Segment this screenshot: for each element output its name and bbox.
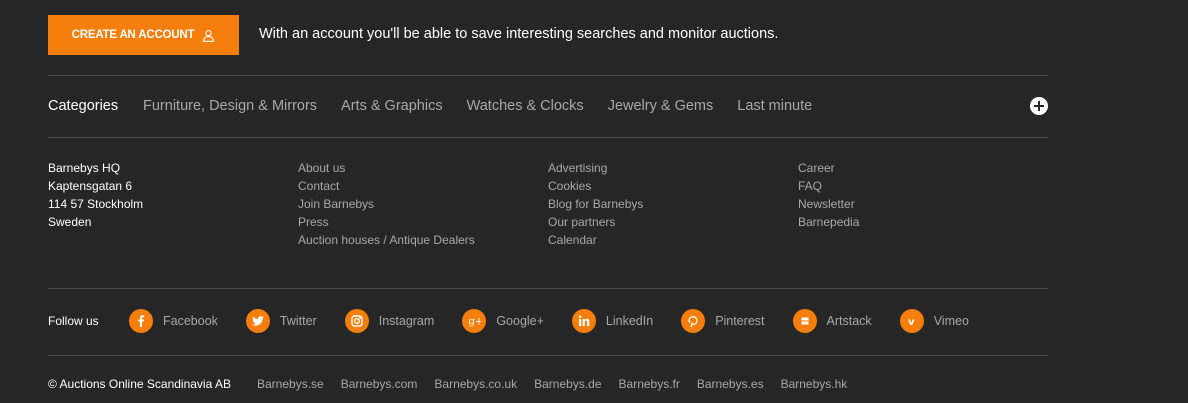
divider [48,288,1048,289]
address-line: Kaptensgatan 6 [48,179,133,193]
link-blog[interactable]: Blog for Barnebys [548,195,643,213]
address-line: 114 57 Stockholm [48,197,144,211]
link-newsletter[interactable]: Newsletter [798,195,859,213]
site-link-es[interactable]: Barnebys.es [697,377,764,391]
svg-text:v: v [908,317,915,328]
google-plus-icon: g+ [462,309,487,333]
account-cta-row: Create an account With an account you'll… [48,15,1048,55]
site-link-de[interactable]: Barnebys.de [534,377,601,391]
link-about-us[interactable]: About us [298,159,475,177]
social-label: Pinterest [715,314,765,328]
social-list: Facebook Twitter Instagram g+ Google+ Li… [129,309,997,333]
create-account-label: Create an account [71,29,195,41]
svg-text:g+: g+ [469,317,482,328]
social-artstack[interactable]: Artstack [792,309,872,333]
link-faq[interactable]: FAQ [798,177,859,195]
follow-us-label: Follow us [48,314,99,328]
artstack-icon [792,309,817,333]
social-facebook[interactable]: Facebook [129,309,218,333]
link-cookies[interactable]: Cookies [548,177,643,195]
vimeo-icon: v [899,309,924,333]
link-contact[interactable]: Contact [298,177,475,195]
social-instagram[interactable]: Instagram [344,309,435,333]
link-advertising[interactable]: Advertising [548,159,643,177]
link-career[interactable]: Career [798,159,859,177]
social-pinterest[interactable]: Pinterest [681,309,765,333]
category-last-minute[interactable]: Last minute [737,98,812,114]
links-column-advertising: Advertising Cookies Blog for Barnebys Ou… [548,159,643,249]
social-label: Google+ [496,314,544,328]
links-column-about: About us Contact Join Barnebys Press Auc… [298,159,475,249]
link-auction-houses[interactable]: Auction houses / Antique Dealers [298,231,475,249]
social-label: Instagram [378,314,435,328]
social-twitter[interactable]: Twitter [245,309,317,333]
social-google-plus[interactable]: g+ Google+ [462,309,544,333]
links-column-career: Career FAQ Newsletter Barnepedia [798,159,859,231]
site-link-fr[interactable]: Barnebys.fr [619,377,680,391]
social-label: Facebook [163,314,218,328]
account-description: With an account you'll be able to save i… [259,26,779,42]
plus-circle-icon[interactable] [1030,97,1048,115]
divider [48,75,1048,76]
instagram-icon [344,309,369,333]
link-join[interactable]: Join Barnebys [298,195,475,213]
site-link-hk[interactable]: Barnebys.hk [781,377,848,391]
site-link-co-uk[interactable]: Barnebys.co.uk [434,377,517,391]
site-link-se[interactable]: Barnebys.se [257,377,324,391]
address-line: Sweden [48,215,92,229]
twitter-icon [245,309,270,333]
link-barnepedia[interactable]: Barnepedia [798,213,859,231]
link-partners[interactable]: Our partners [548,213,643,231]
divider [48,137,1048,138]
social-vimeo[interactable]: v Vimeo [899,309,969,333]
facebook-icon [129,309,153,333]
social-label: Vimeo [933,314,969,328]
linkedin-icon [571,309,596,333]
social-linkedin[interactable]: LinkedIn [571,309,654,333]
categories-title: Categories [48,98,119,114]
category-list: Furniture, Design & Mirrors Arts & Graph… [143,98,812,114]
copyright: © Auctions Online Scandinavia AB [48,377,231,391]
country-sites: Barnebys.se Barnebys.com Barnebys.co.uk … [257,377,847,391]
link-press[interactable]: Press [298,213,475,231]
divider [48,355,1048,356]
category-jewelry[interactable]: Jewelry & Gems [608,98,714,114]
category-furniture[interactable]: Furniture, Design & Mirrors [143,98,317,114]
social-row: Follow us Facebook Twitter Instagram g+ … [48,309,1048,335]
category-watches[interactable]: Watches & Clocks [467,98,584,114]
link-calendar[interactable]: Calendar [548,231,643,249]
address-block: Barnebys HQ Kaptensgatan 6 114 57 Stockh… [48,159,143,231]
social-label: Twitter [279,314,317,328]
user-icon [203,29,215,42]
site-link-com[interactable]: Barnebys.com [341,377,418,391]
pinterest-icon [681,309,706,333]
social-label: Artstack [826,314,872,328]
social-label: LinkedIn [605,314,654,328]
address-line: Barnebys HQ [48,161,121,175]
categories-row: Categories Furniture, Design & Mirrors A… [48,96,1048,118]
create-account-button[interactable]: Create an account [48,15,239,55]
category-arts[interactable]: Arts & Graphics [341,98,443,114]
